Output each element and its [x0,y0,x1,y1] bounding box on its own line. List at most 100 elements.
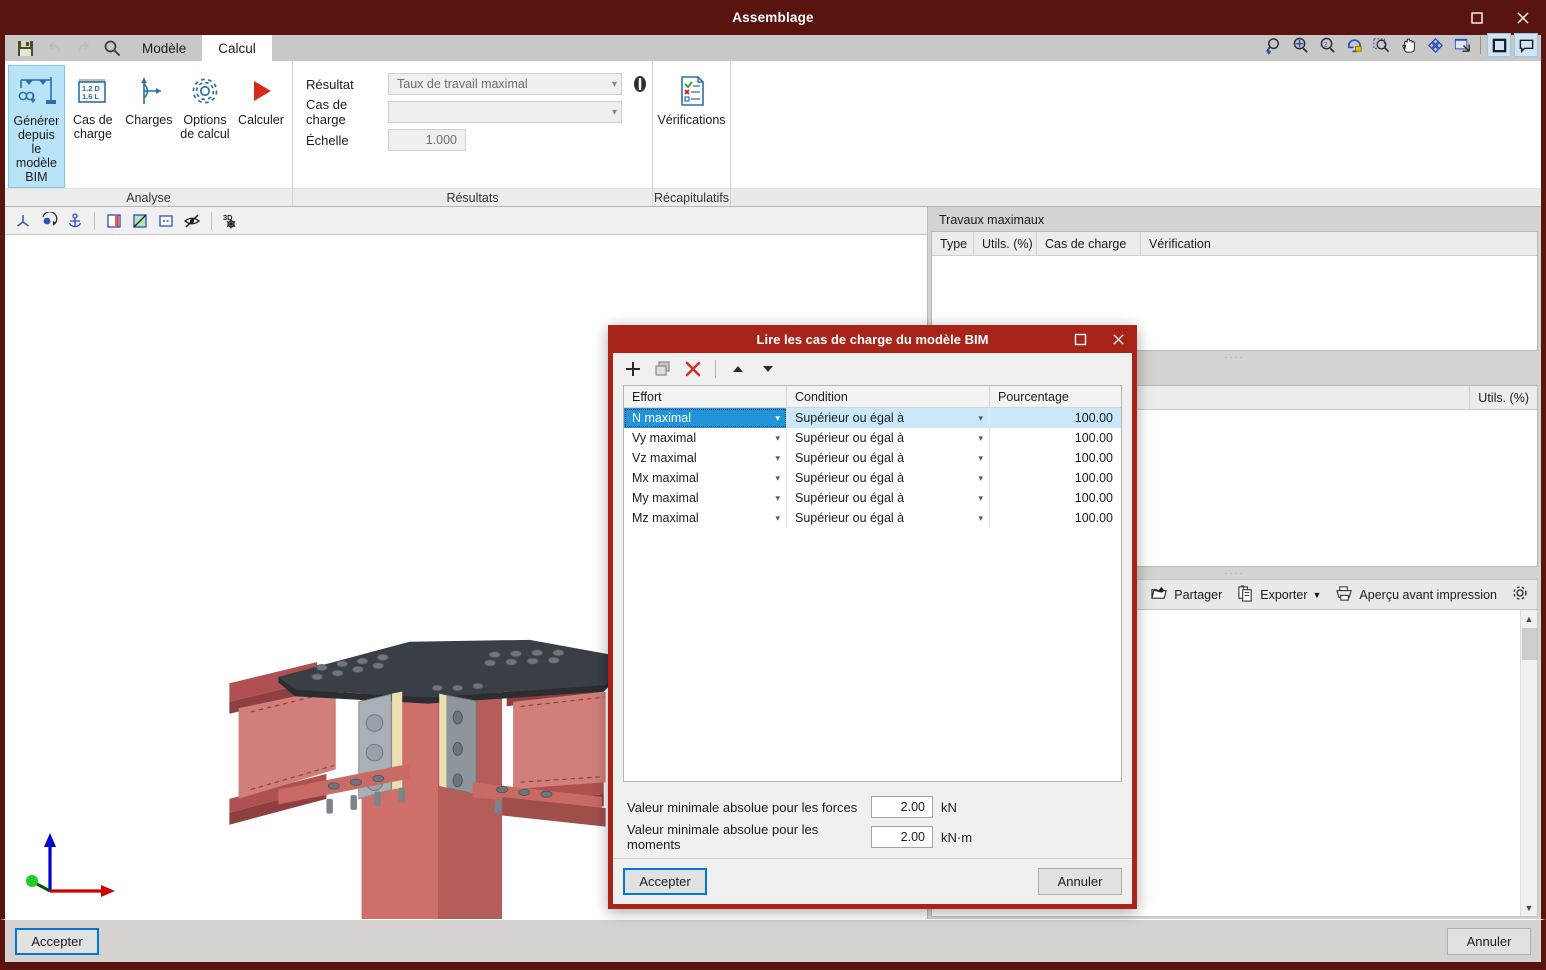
column-header-utils[interactable]: Utils. (%) [974,231,1037,256]
comments-icon[interactable] [1514,33,1538,57]
column-header-cas-de-charge[interactable]: Cas de charge [1037,231,1141,256]
pourcentage-cell[interactable]: 100.00 [990,428,1121,448]
chevron-down-icon[interactable]: ▾ [978,508,983,528]
chevron-down-icon[interactable]: ▾ [978,468,983,488]
section-view-icon[interactable] [102,209,126,233]
chevron-down-icon[interactable]: ▾ [978,488,983,508]
dialog-maximize-button[interactable] [1061,325,1099,353]
effort-cell[interactable]: Vy maximal ▾ [624,428,787,448]
exporter-button[interactable]: Exporter ▼ [1236,584,1321,605]
lock-icon[interactable] [630,73,650,95]
column-header-type[interactable]: Type [932,231,974,256]
toggle-panel-icon[interactable] [1487,33,1511,57]
condition-cell[interactable]: Supérieur ou égal à ▾ [787,488,990,508]
load-cases-table[interactable]: Effort Condition Pourcentage N maximal ▾ … [623,385,1122,782]
move-up-icon[interactable] [726,357,750,381]
condition-cell[interactable]: Supérieur ou égal à ▾ [787,448,990,468]
zoom-redraw-icon[interactable] [1342,33,1366,57]
column-header-pourcentage[interactable]: Pourcentage [990,386,1121,407]
add-row-icon[interactable] [621,357,645,381]
diagram-icon[interactable] [128,209,152,233]
zoom-previous-icon[interactable]: 2 [1315,33,1339,57]
chevron-down-icon[interactable]: ▾ [978,408,983,428]
close-button[interactable] [1500,0,1546,35]
axes-icon[interactable] [11,209,35,233]
column-header-verification[interactable]: Vérification [1141,232,1537,256]
effort-cell[interactable]: N maximal ▾ [624,408,787,428]
scroll-down-icon[interactable]: ▼ [1521,899,1538,916]
chevron-down-icon[interactable]: ▾ [775,488,780,508]
pourcentage-cell[interactable]: 100.00 [990,468,1121,488]
dialog-accept-button[interactable]: Accepter [623,868,707,895]
pan-icon[interactable] [1396,33,1420,57]
flat-view-icon[interactable] [154,209,178,233]
scroll-thumb[interactable] [1521,628,1537,660]
chevron-down-icon[interactable]: ▾ [775,508,780,528]
table-row[interactable]: Vz maximal ▾ Supérieur ou égal à ▾ 100.00 [624,448,1121,468]
load-case-button[interactable]: 1.2 D 1.6 L Cas de charge [65,65,121,145]
effort-cell[interactable]: Vz maximal ▾ [624,448,787,468]
move-down-icon[interactable] [756,357,780,381]
zoom-in-icon[interactable] [1261,33,1285,57]
condition-cell[interactable]: Supérieur ou égal à ▾ [787,428,990,448]
orbit-icon[interactable] [1423,33,1447,57]
min-moment-input[interactable]: 2.00 [871,826,933,848]
effort-cell[interactable]: My maximal ▾ [624,488,787,508]
pourcentage-cell[interactable]: 100.00 [990,508,1121,528]
echelle-input[interactable]: 1.000 [388,129,466,151]
3d-view-icon[interactable]: 3D [219,209,243,233]
condition-cell[interactable]: Supérieur ou égal à ▾ [787,468,990,488]
chevron-down-icon[interactable]: ▾ [775,428,780,448]
chevron-down-icon[interactable]: ▾ [978,448,983,468]
calculer-button[interactable]: Calculer [233,65,289,145]
restore-view-icon[interactable] [1450,33,1474,57]
condition-cell[interactable]: Supérieur ou égal à ▾ [787,408,990,428]
scroll-up-icon[interactable]: ▲ [1521,610,1538,627]
hide-icon[interactable] [180,209,204,233]
report-scrollbar[interactable]: ▲ ▼ [1520,610,1537,916]
tab-calcul[interactable]: Calcul [202,35,272,61]
report-settings-button[interactable] [1511,584,1529,605]
condition-cell[interactable]: Supérieur ou égal à ▾ [787,508,990,528]
column-header-condition[interactable]: Condition [787,386,990,407]
zoom-window-icon[interactable] [1369,33,1393,57]
column-header-effort[interactable]: Effort [624,386,787,407]
calc-options-button[interactable]: Options de calcul [177,65,233,145]
chevron-down-icon[interactable]: ▾ [775,468,780,488]
column-header-utils-pct[interactable]: Utils. (%) [1469,385,1537,410]
pourcentage-cell[interactable]: 100.00 [990,408,1121,428]
delete-row-icon[interactable] [681,357,705,381]
pourcentage-cell[interactable]: 100.00 [990,488,1121,508]
tab-modele[interactable]: Modèle [126,35,202,61]
partager-button[interactable]: Partager [1150,585,1222,605]
anchor-icon[interactable] [63,209,87,233]
dialog-cancel-button[interactable]: Annuler [1038,868,1122,895]
chevron-down-icon[interactable]: ▾ [978,428,983,448]
apercu-impression-button[interactable]: Aperçu avant impression [1335,585,1497,605]
result-combo[interactable]: Taux de travail maximal ▾ [388,73,622,95]
table-row[interactable]: N maximal ▾ Supérieur ou égal à ▾ 100.00 [624,408,1121,428]
chevron-down-icon[interactable]: ▾ [775,408,780,428]
effort-cell[interactable]: Mx maximal ▾ [624,468,787,488]
table-row[interactable]: Vy maximal ▾ Supérieur ou égal à ▾ 100.00 [624,428,1121,448]
zoom-all-icon[interactable] [1288,33,1312,57]
pourcentage-cell[interactable]: 100.00 [990,448,1121,468]
effort-cell[interactable]: Mz maximal ▾ [624,508,787,528]
cancel-button[interactable]: Annuler [1447,927,1531,955]
save-icon[interactable] [15,38,35,58]
dialog-close-button[interactable] [1099,325,1137,353]
table-row[interactable]: Mz maximal ▾ Supérieur ou égal à ▾ 100.00 [624,508,1121,528]
min-force-input[interactable]: 2.00 [871,796,933,818]
generate-from-bim-button[interactable]: Générer depuis le modèle BIM [8,65,65,188]
maximize-button[interactable] [1454,0,1500,35]
verifications-button[interactable]: Vérifications [655,65,727,145]
table-row[interactable]: Mx maximal ▾ Supérieur ou égal à ▾ 100.00 [624,468,1121,488]
duplicate-row-icon[interactable] [651,357,675,381]
load-case-combo[interactable]: ▾ [388,101,622,123]
charges-button[interactable]: Charges [121,65,177,145]
accept-button[interactable]: Accepter [15,927,99,955]
table-row[interactable]: My maximal ▾ Supérieur ou égal à ▾ 100.00 [624,488,1121,508]
chevron-down-icon[interactable]: ▾ [775,448,780,468]
search-icon[interactable] [102,38,122,58]
rotate-view-icon[interactable] [37,209,61,233]
